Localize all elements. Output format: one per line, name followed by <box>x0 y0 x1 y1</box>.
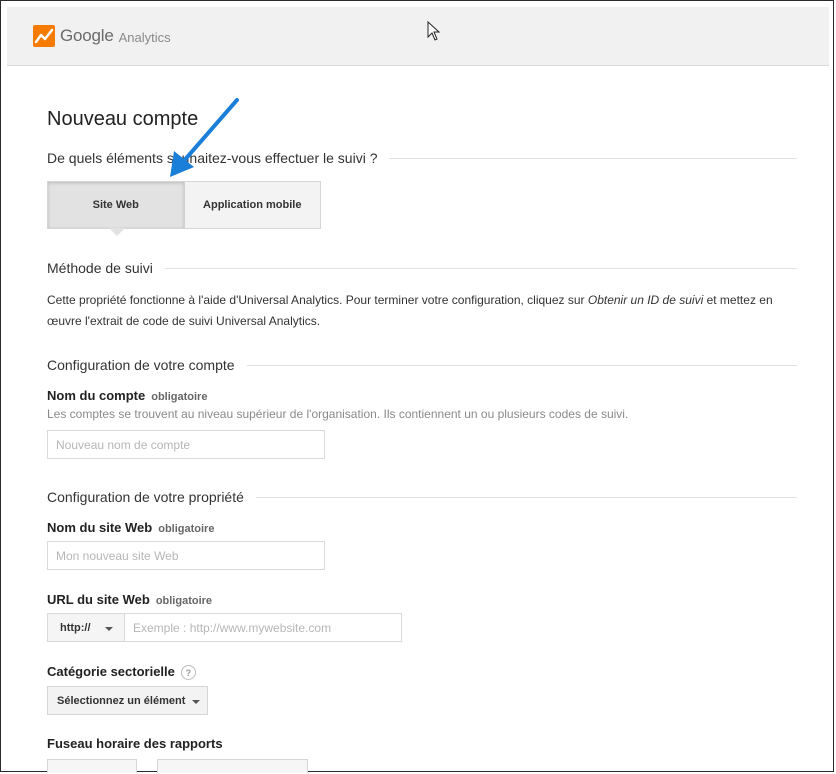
section-divider <box>246 364 797 366</box>
option-site-web-button[interactable]: Site Web <box>48 182 185 228</box>
account-config-heading-text: Configuration de votre compte <box>47 357 235 373</box>
method-text-start: Cette propriété fonctionne à l'aide d'Un… <box>47 293 588 307</box>
annotation-arrow-icon <box>170 98 239 177</box>
url-label-text: URL du site Web <box>47 592 150 607</box>
site-name-label-text: Nom du site Web <box>47 520 153 535</box>
url-protocol-value: http:// <box>60 621 91 634</box>
get-tracking-id-reference: Obtenir un ID de suivi <box>587 293 704 307</box>
required-badge: obligatoire <box>151 391 208 403</box>
account-name-label-text: Nom du compte <box>47 388 146 403</box>
method-heading-text: Méthode de suivi <box>47 260 153 276</box>
account-name-input[interactable] <box>47 430 325 459</box>
help-icon[interactable]: ? <box>180 665 196 681</box>
google-analytics-logo[interactable]: Google Analytics <box>33 24 171 48</box>
timezone-select[interactable] <box>157 759 308 773</box>
selected-option-caret-icon <box>109 228 125 236</box>
logo-text-google: Google <box>60 26 114 45</box>
account-help-text: Les comptes se trouvent au niveau supéri… <box>47 407 629 421</box>
option-mobile-app-button[interactable]: Application mobile <box>184 182 320 228</box>
account-name-label: Nom du compte obligatoire <box>47 388 207 403</box>
section-divider <box>389 157 797 159</box>
section-divider <box>255 496 797 498</box>
required-badge: obligatoire <box>155 595 213 607</box>
url-protocol-select[interactable]: http:// <box>48 614 125 641</box>
chevron-down-icon <box>105 627 113 631</box>
category-label-text: Catégorie sectorielle <box>47 664 175 679</box>
chevron-down-icon <box>192 700 200 704</box>
timezone-label: Fuseau horaire des rapports <box>47 736 223 751</box>
url-field-group: http:// <box>47 613 402 642</box>
category-select[interactable]: Sélectionnez un élément <box>47 686 208 715</box>
property-config-heading: Configuration de votre propriété <box>47 489 797 505</box>
logo-text-analytics: Analytics <box>118 29 171 45</box>
mouse-cursor-icon <box>427 21 441 41</box>
url-label: URL du site Web obligatoire <box>47 592 212 607</box>
site-name-label: Nom du site Web obligatoire <box>47 520 214 535</box>
method-heading: Méthode de suivi <box>47 260 797 276</box>
category-select-value: Sélectionnez un élément <box>57 694 186 707</box>
property-config-heading-text: Configuration de votre propriété <box>47 489 244 505</box>
app-header: Google Analytics <box>7 7 829 66</box>
site-name-input[interactable] <box>47 541 325 570</box>
category-label: Catégorie sectorielle? <box>47 664 196 681</box>
account-config-heading: Configuration de votre compte <box>47 357 797 373</box>
tracking-type-toggle: Site Web Application mobile <box>47 181 321 229</box>
method-description: Cette propriété fonctionne à l'aide d'Un… <box>47 290 797 332</box>
required-badge: obligatoire <box>158 523 215 535</box>
url-input[interactable] <box>125 614 401 641</box>
analytics-logo-icon <box>33 25 55 47</box>
timezone-country-select[interactable] <box>47 759 137 773</box>
section-divider <box>164 267 797 269</box>
